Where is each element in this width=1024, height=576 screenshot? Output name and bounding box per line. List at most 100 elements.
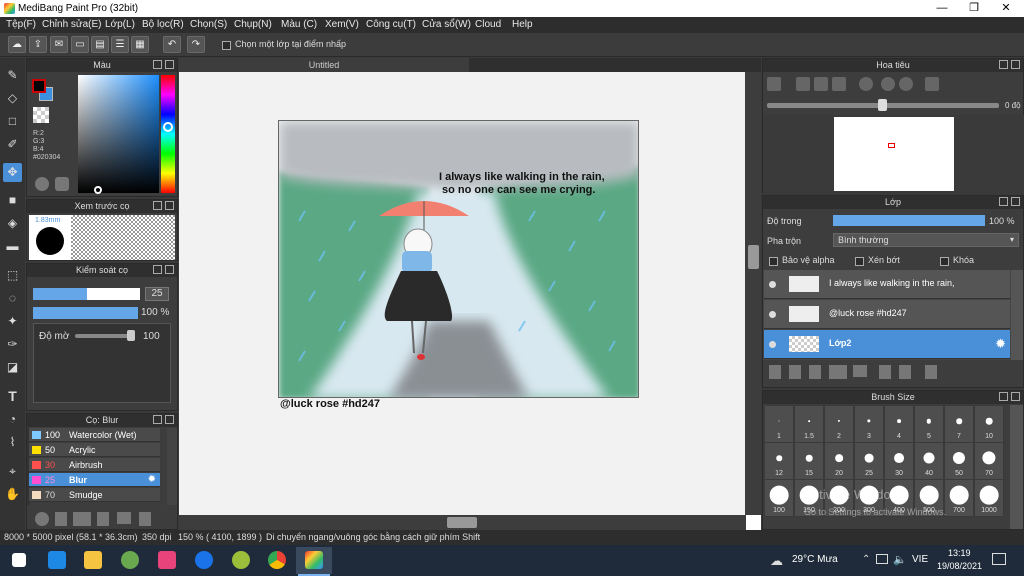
new-halftone-layer-icon[interactable]: [789, 365, 801, 379]
saturation-value-picker[interactable]: [78, 75, 159, 193]
visibility-icon[interactable]: [769, 281, 776, 288]
density-slider-handle[interactable]: [127, 330, 135, 341]
brush-size-option[interactable]: 1000: [974, 479, 1004, 517]
foreground-color-swatch[interactable]: [32, 79, 46, 93]
menu-help[interactable]: Help: [512, 19, 533, 30]
artwork[interactable]: I always like walking in the rain, so no…: [278, 120, 639, 398]
magic-wand-icon[interactable]: ✦: [3, 312, 22, 331]
brush-size-option[interactable]: 70: [974, 442, 1004, 480]
balloon-tool-icon[interactable]: ◔: [3, 410, 22, 429]
maximize-button[interactable]: ❐: [958, 0, 990, 17]
brush-size-option[interactable]: 1: [764, 405, 794, 443]
brush-size-option[interactable]: 4: [884, 405, 914, 443]
popout-icon[interactable]: [165, 415, 174, 424]
chevron-up-icon[interactable]: ⌃: [862, 554, 870, 565]
brush-size-option[interactable]: 7: [944, 405, 974, 443]
cloud-icon[interactable]: ☁: [8, 36, 26, 53]
density-slider[interactable]: [75, 334, 135, 338]
menu-layer[interactable]: Lớp(L): [105, 19, 135, 30]
monitor-icon[interactable]: ▭: [71, 36, 89, 53]
brush-settings-icon[interactable]: [73, 512, 91, 526]
visibility-icon[interactable]: [769, 341, 776, 348]
minimize-button[interactable]: —: [926, 0, 958, 17]
green-app-icon[interactable]: [232, 551, 250, 569]
horizontal-scrollbar[interactable]: [179, 515, 746, 530]
zoom-in-alt-icon[interactable]: [796, 77, 810, 91]
rotate-right-icon[interactable]: [899, 77, 913, 91]
move-tool-icon[interactable]: ✥: [3, 163, 22, 182]
new-brush-icon[interactable]: [55, 512, 67, 526]
clipping-checkbox[interactable]: [855, 256, 864, 267]
gear-icon[interactable]: ✹: [995, 336, 1006, 352]
photos-icon[interactable]: [48, 551, 66, 569]
brush-size-option[interactable]: 50: [944, 442, 974, 480]
menu-color[interactable]: Màu (C): [281, 19, 317, 30]
hand-tool-icon[interactable]: ✋: [3, 485, 22, 504]
brush-size-option[interactable]: 12: [764, 442, 794, 480]
blend-mode-select[interactable]: Bình thường ▾: [833, 233, 1019, 247]
popout-icon[interactable]: [1011, 392, 1020, 401]
layer-opacity-slider[interactable]: [833, 215, 985, 226]
clock-time[interactable]: 13:19: [948, 548, 971, 558]
dock-icon[interactable]: [999, 197, 1008, 206]
brush-opacity-slider[interactable]: [33, 307, 138, 319]
popout-icon[interactable]: [165, 60, 174, 69]
notification-icon[interactable]: [992, 553, 1006, 565]
dock-icon[interactable]: [999, 60, 1008, 69]
dock-icon[interactable]: [153, 201, 162, 210]
select-layer-checkbox[interactable]: [222, 40, 231, 51]
layer-row[interactable]: @luck rose #hd247: [764, 300, 1010, 329]
brush-list-scrollbar[interactable]: [167, 428, 177, 505]
lock-checkbox[interactable]: [940, 256, 949, 267]
menu-file[interactable]: Tệp(F): [6, 19, 36, 30]
new-layer-icon[interactable]: [769, 365, 781, 379]
gear-icon[interactable]: ✹: [148, 473, 156, 487]
navigator-thumbnail[interactable]: [834, 117, 954, 191]
paint-app-icon[interactable]: [121, 551, 139, 569]
menu-filter[interactable]: Bộ lọc(R): [142, 19, 184, 30]
zoom-out-icon[interactable]: [832, 77, 846, 91]
visibility-icon[interactable]: [769, 311, 776, 318]
smudge-tool-icon[interactable]: ⌇: [3, 433, 22, 452]
trash-icon[interactable]: [925, 365, 937, 379]
dock-icon[interactable]: [153, 265, 162, 274]
palette-icon[interactable]: [35, 177, 49, 191]
rectangle-tool-icon[interactable]: □: [3, 112, 22, 131]
duplicate-brush-icon[interactable]: [139, 512, 151, 526]
brush-list-item[interactable]: 70 Smudge: [29, 488, 160, 502]
text-tool-icon[interactable]: T: [3, 387, 22, 406]
zalo-icon[interactable]: [195, 551, 213, 569]
brush-list-item[interactable]: 100 Watercolor (Wet): [29, 428, 160, 442]
brush-list-item[interactable]: 25 Blur ✹: [29, 473, 160, 487]
fit-window-icon[interactable]: [814, 77, 828, 91]
brush-size-option[interactable]: 40: [914, 442, 944, 480]
eraser-tool-icon[interactable]: ◇: [3, 89, 22, 108]
network-icon[interactable]: [876, 554, 888, 564]
dock-icon[interactable]: [999, 392, 1008, 401]
zoom-in-icon[interactable]: [767, 77, 781, 91]
undo-icon[interactable]: ↶: [163, 36, 181, 53]
lasso-icon[interactable]: ◌: [3, 289, 22, 308]
redo-icon[interactable]: ↷: [187, 36, 205, 53]
layer-menu-icon[interactable]: [829, 365, 847, 379]
chrome-icon[interactable]: [268, 551, 286, 569]
brush-list-item[interactable]: 30 Airbrush: [29, 458, 160, 472]
popout-icon[interactable]: [165, 201, 174, 210]
layer-row[interactable]: I always like walking in the rain,: [764, 270, 1010, 299]
menu-window[interactable]: Cửa sổ(W): [422, 19, 471, 30]
brush-size-option[interactable]: 30: [884, 442, 914, 480]
language-indicator[interactable]: VIE: [912, 554, 928, 565]
brush-size-option[interactable]: 2: [824, 405, 854, 443]
brush-size-option[interactable]: 5: [914, 405, 944, 443]
brush-size-option[interactable]: 10: [974, 405, 1004, 443]
menu-view[interactable]: Xem(V): [325, 19, 359, 30]
gradient-tool-icon[interactable]: ▬: [3, 237, 22, 256]
fill-rect-tool-icon[interactable]: ■: [3, 191, 22, 210]
menu-capture[interactable]: Chụp(N): [234, 19, 272, 30]
popout-icon[interactable]: [1011, 60, 1020, 69]
file-explorer-icon[interactable]: [84, 551, 102, 569]
navigator-viewport[interactable]: [888, 143, 895, 148]
vertical-scrollbar[interactable]: [746, 72, 761, 515]
select-pen-icon[interactable]: ✑: [3, 335, 22, 354]
document-icon[interactable]: ▤: [91, 36, 109, 53]
